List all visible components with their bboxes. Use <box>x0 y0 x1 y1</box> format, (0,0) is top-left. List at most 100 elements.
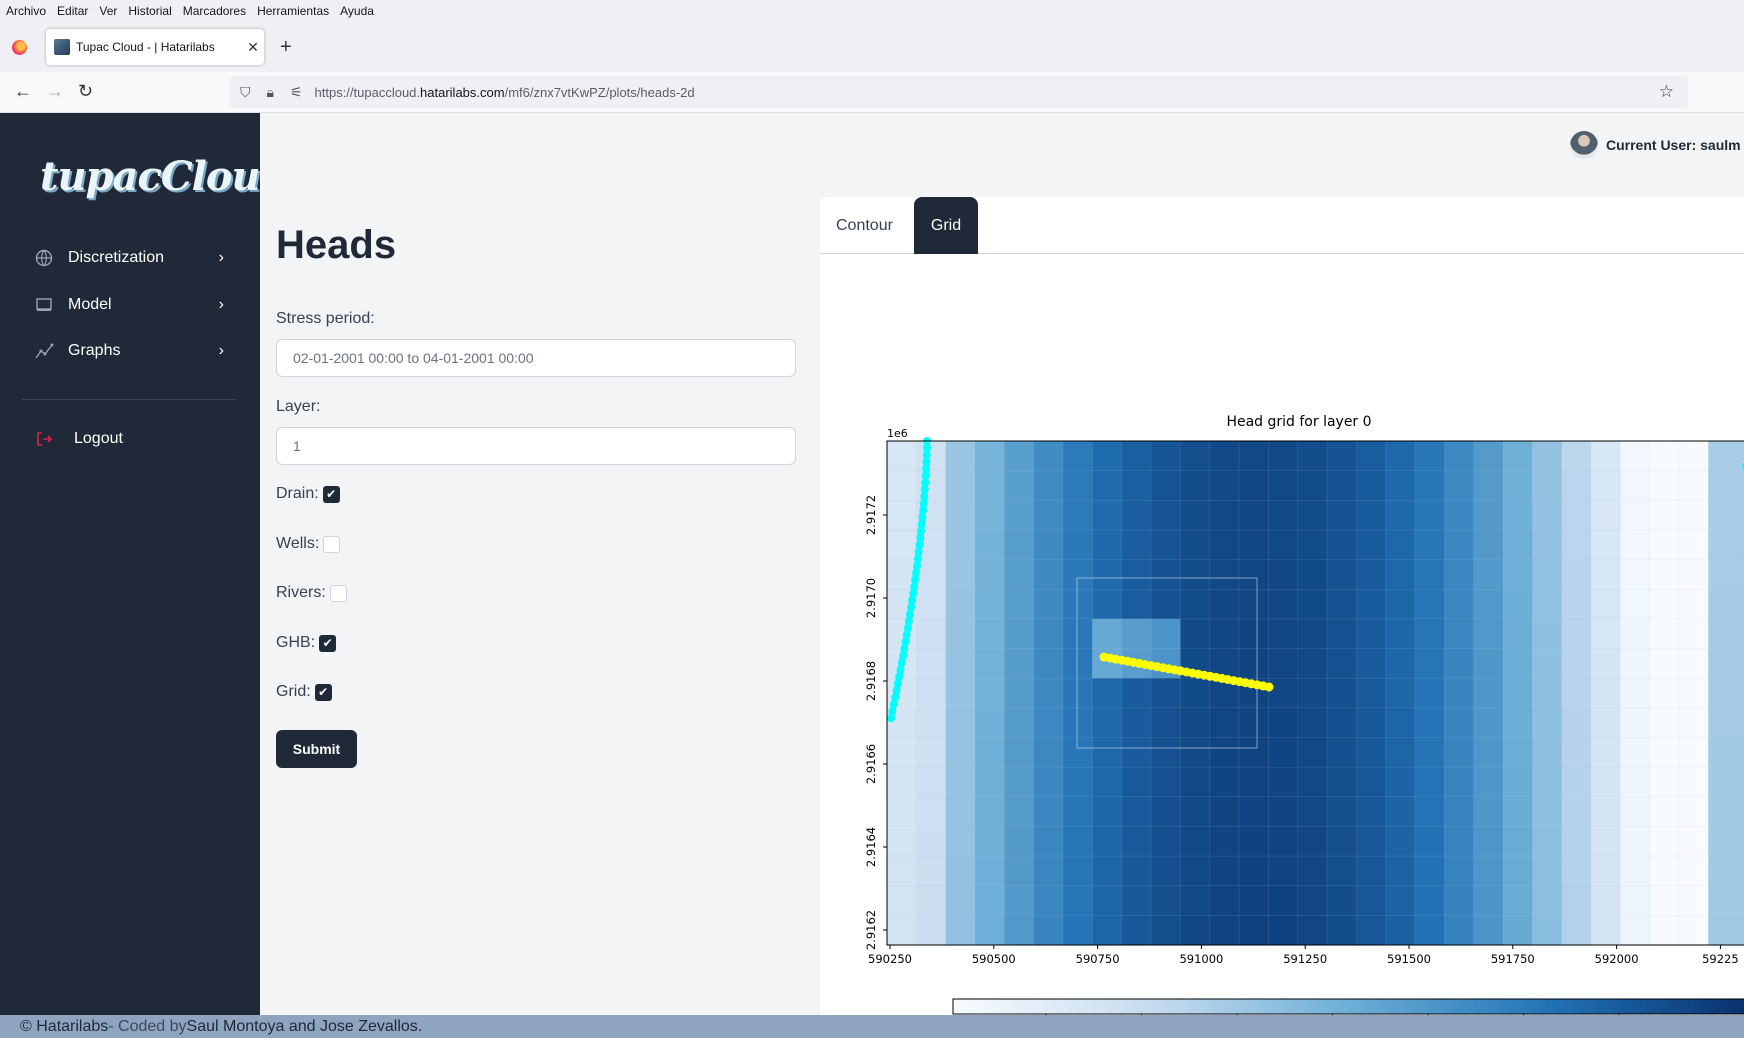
grid-cell <box>1356 737 1387 768</box>
grid-cell <box>1502 618 1534 650</box>
shield-icon[interactable]: ⛉ <box>240 84 251 101</box>
grid-cell <box>1356 588 1387 620</box>
grid-cell <box>1737 559 1744 590</box>
browser-tab[interactable]: Tupac Cloud - | Hatarilabs ✕ <box>46 29 264 65</box>
grid-cell <box>1620 915 1651 946</box>
grid-cell <box>1062 470 1094 502</box>
grid-cell <box>1238 440 1270 472</box>
grid-cell <box>1620 529 1651 561</box>
grid-cell <box>1444 915 1475 946</box>
grid-cell <box>886 915 918 946</box>
tab-contour[interactable]: Contour <box>820 197 909 254</box>
grid-cell <box>1268 677 1299 709</box>
grid-cell <box>886 855 918 887</box>
logout-link[interactable]: Logout <box>34 424 224 454</box>
grid-cell <box>1385 440 1416 472</box>
brand-logo[interactable]: tupacCloud <box>40 153 288 200</box>
firefox-icon[interactable] <box>12 40 27 55</box>
grid-cell <box>1238 826 1270 857</box>
grid-cell <box>1385 855 1416 887</box>
grid-cell <box>1532 648 1563 679</box>
grid-cell <box>945 500 976 531</box>
grid-cell <box>1620 559 1651 590</box>
grid-cell <box>945 588 976 620</box>
grid-cell <box>1150 855 1182 887</box>
x-tick-label: 592000 <box>1595 952 1639 966</box>
bookmark-star-icon[interactable]: ☆ <box>1659 82 1674 102</box>
grid-cell <box>1150 796 1182 828</box>
new-tab-icon[interactable]: + <box>280 36 292 59</box>
grid-cell <box>1356 766 1387 798</box>
grid-cell <box>1590 855 1622 887</box>
grid-cell <box>1561 677 1592 709</box>
grid-cell <box>1502 826 1534 857</box>
rivers-label: Rivers: <box>276 584 326 601</box>
grid-cell <box>1004 588 1035 620</box>
grid-cell <box>945 915 976 946</box>
ghb-checkbox[interactable]: ✔ <box>319 634 337 652</box>
layer-input[interactable] <box>276 427 796 465</box>
grid-cell <box>1532 559 1563 590</box>
grid-cell <box>974 677 1006 709</box>
grid-cell <box>1620 766 1651 798</box>
grid-cell <box>1708 618 1739 650</box>
wells-checkbox[interactable] <box>323 535 341 553</box>
menu-ver[interactable]: Ver <box>99 4 117 18</box>
reload-icon[interactable]: ↻ <box>78 81 93 102</box>
grid-cell <box>1385 618 1416 650</box>
grid-cell <box>1297 559 1328 590</box>
rivers-checkbox[interactable] <box>329 584 347 602</box>
stress-period-input[interactable] <box>276 339 796 377</box>
menu-herramientas[interactable]: Herramientas <box>257 4 329 18</box>
lock-icon[interactable]: 🔒︎ <box>267 84 274 101</box>
close-tab-icon[interactable]: ✕ <box>242 39 264 56</box>
grid-cell <box>1532 440 1563 472</box>
menu-marcadores[interactable]: Marcadores <box>183 4 246 18</box>
grid-cell <box>974 826 1006 857</box>
grid-cell <box>916 707 947 739</box>
menu-archivo[interactable]: Archivo <box>6 4 46 18</box>
grid-cell <box>1532 529 1563 561</box>
chart-title: Head grid for layer 0 <box>1226 414 1371 430</box>
grid-cell <box>886 470 918 502</box>
grid-cell <box>1532 618 1563 650</box>
wells-label: Wells: <box>276 535 320 552</box>
grid-cell <box>1356 500 1387 531</box>
grid-cell <box>1708 737 1739 768</box>
tab-grid[interactable]: Grid <box>914 197 978 254</box>
avatar[interactable] <box>1570 131 1598 159</box>
grid-cell <box>1561 766 1592 798</box>
url-bar[interactable]: ⛉ 🔒︎ ⚟ https://tupaccloud.hatarilabs.com… <box>230 76 1688 108</box>
grid-cell <box>1092 766 1123 798</box>
grid-cell <box>1092 885 1123 917</box>
grid-cell <box>1180 677 1211 709</box>
sidebar-item-label: Discretization <box>68 249 165 266</box>
grid-cell <box>1385 915 1416 946</box>
sidebar-item-graphs[interactable]: Graphs › <box>34 336 224 366</box>
logout-icon <box>34 429 54 449</box>
grid-cell <box>886 766 918 798</box>
grid-cell <box>1561 470 1592 502</box>
grid-cell <box>1385 707 1416 739</box>
drain-checkbox[interactable]: ✔ <box>322 485 340 503</box>
grid-cell <box>1473 559 1504 590</box>
grid-checkbox[interactable]: ✔ <box>314 683 332 701</box>
forward-icon[interactable]: → <box>46 81 64 102</box>
grid-cell <box>1356 707 1387 739</box>
menu-ayuda[interactable]: Ayuda <box>340 4 374 18</box>
sidebar-item-discretization[interactable]: Discretization › <box>34 243 224 273</box>
permissions-icon[interactable]: ⚟ <box>290 84 303 101</box>
grid-cell <box>945 855 976 887</box>
grid-cell <box>945 796 976 828</box>
grid-cell <box>1180 470 1211 502</box>
sidebar-item-model[interactable]: Model › <box>34 290 224 320</box>
grid-cell <box>1121 500 1152 531</box>
submit-button[interactable]: Submit <box>276 730 357 768</box>
back-icon[interactable]: ← <box>14 81 32 102</box>
grid-cell <box>1590 500 1622 531</box>
grid-cell <box>1150 766 1182 798</box>
menu-editar[interactable]: Editar <box>57 4 88 18</box>
grid-cell <box>1473 855 1504 887</box>
grid-cell <box>945 885 976 917</box>
menu-historial[interactable]: Historial <box>128 4 171 18</box>
